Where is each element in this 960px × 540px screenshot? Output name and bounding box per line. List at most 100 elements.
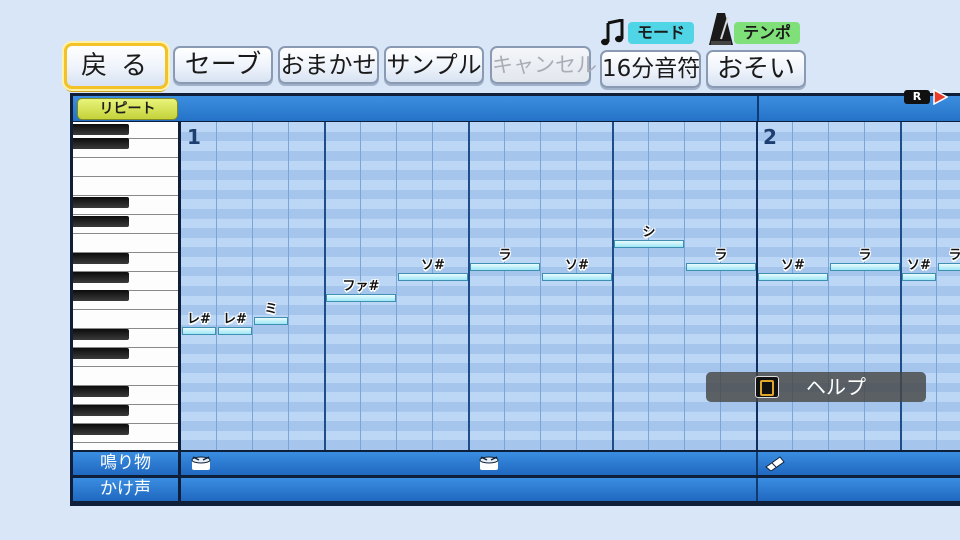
- voice-track-label: かけ声: [100, 479, 151, 499]
- note-label: シ: [642, 224, 656, 240]
- note-block[interactable]: [182, 326, 216, 335]
- play-arrow-icon[interactable]: [932, 88, 949, 106]
- black-key[interactable]: [73, 124, 129, 135]
- grid-row: [181, 430, 960, 441]
- grid-line: [936, 122, 937, 450]
- save-button[interactable]: セーブ: [173, 46, 273, 84]
- measure-number: 1: [187, 125, 201, 149]
- note-label: ラ: [948, 247, 960, 263]
- black-key[interactable]: [73, 348, 129, 359]
- repeat-button[interactable]: リピート: [77, 98, 178, 120]
- grid-row: [181, 160, 960, 171]
- instrument-track-divider: [178, 452, 181, 475]
- grid-row: [181, 315, 960, 325]
- grid-line: [468, 122, 470, 450]
- grid-line: [216, 122, 217, 450]
- omakase-button[interactable]: おまかせ: [278, 46, 379, 84]
- grid-row: [181, 228, 960, 238]
- sample-button[interactable]: サンプル: [384, 46, 484, 84]
- grid-row: [181, 208, 960, 219]
- note-label: ラ: [498, 247, 512, 263]
- note-block[interactable]: [686, 262, 756, 271]
- grid-row: [181, 324, 960, 335]
- grid-row: [181, 411, 960, 422]
- voice-track[interactable]: かけ声: [73, 478, 960, 501]
- black-key[interactable]: [73, 197, 129, 208]
- piano-keyboard[interactable]: [73, 122, 178, 450]
- metronome-icon: [708, 11, 734, 47]
- r-button-badge: R: [904, 90, 930, 104]
- instrument-track-label: 鳴り物: [100, 453, 151, 473]
- black-key[interactable]: [73, 405, 129, 416]
- note-block[interactable]: [542, 272, 612, 281]
- note-label: レ#: [187, 311, 211, 327]
- note-block[interactable]: [902, 272, 936, 281]
- note-block[interactable]: [938, 262, 960, 271]
- help-label: ヘルプ: [806, 375, 866, 399]
- grid-row: [181, 334, 960, 344]
- measure-divider-top: [757, 96, 759, 121]
- black-key[interactable]: [73, 424, 129, 435]
- note-label: ミ: [264, 301, 278, 317]
- grid-line: [648, 122, 649, 450]
- note-block[interactable]: [398, 272, 468, 281]
- note-label: ソ#: [565, 257, 589, 273]
- grid-row: [181, 295, 960, 306]
- grid-line: [576, 122, 577, 450]
- note-block[interactable]: [614, 239, 684, 248]
- note-label: レ#: [223, 311, 247, 327]
- tempo-button[interactable]: おそい: [706, 50, 806, 88]
- note-label: ファ#: [342, 278, 380, 294]
- note-block[interactable]: [326, 293, 396, 302]
- back-button[interactable]: 戻る: [64, 43, 168, 89]
- grid-row: [181, 179, 960, 190]
- note-block[interactable]: [218, 326, 252, 335]
- black-key[interactable]: [73, 138, 129, 149]
- note-label: ソ#: [907, 257, 931, 273]
- white-key[interactable]: [73, 443, 178, 450]
- grid-row: [181, 305, 960, 315]
- editor-top-bar: [73, 96, 960, 121]
- black-key[interactable]: [73, 272, 129, 283]
- grid-row: [181, 343, 960, 354]
- grid-line: [288, 122, 289, 450]
- drum-icon: [478, 456, 500, 472]
- black-key[interactable]: [73, 290, 129, 301]
- voice-track-divider: [178, 478, 181, 501]
- note-label: ソ#: [421, 257, 445, 273]
- mode-tag: モード: [628, 22, 694, 44]
- white-key[interactable]: [73, 158, 178, 177]
- white-key[interactable]: [73, 234, 178, 253]
- measure-number: 2: [763, 125, 777, 149]
- grid-row: [181, 237, 960, 248]
- black-key[interactable]: [73, 253, 129, 264]
- note-label: ラ: [714, 247, 728, 263]
- note-block[interactable]: [758, 272, 828, 281]
- note-label: ソ#: [781, 257, 805, 273]
- measure-divider-voice: [756, 478, 758, 501]
- black-key[interactable]: [73, 216, 129, 227]
- grid-line: [504, 122, 505, 450]
- white-key[interactable]: [73, 177, 178, 196]
- note-block[interactable]: [254, 316, 288, 325]
- grid-row: [181, 218, 960, 229]
- note-block[interactable]: [830, 262, 900, 271]
- white-key[interactable]: [73, 310, 178, 329]
- grid-row: [181, 440, 960, 450]
- black-key[interactable]: [73, 329, 129, 340]
- grid-row: [181, 199, 960, 209]
- grid-line: [324, 122, 326, 450]
- grid-line: [684, 122, 685, 450]
- note-block[interactable]: [470, 262, 540, 271]
- drum-icon: [190, 456, 212, 472]
- note-length-button[interactable]: 16分音符: [600, 50, 701, 88]
- grid-row: [181, 286, 960, 296]
- grid-line: [612, 122, 614, 450]
- grid-row: [181, 170, 960, 180]
- white-key[interactable]: [73, 367, 178, 386]
- grid-line: [396, 122, 397, 450]
- black-key[interactable]: [73, 386, 129, 397]
- grid-line: [540, 122, 541, 450]
- help-button[interactable]: ヘルプ: [706, 372, 926, 402]
- instrument-track[interactable]: 鳴り物: [73, 452, 960, 475]
